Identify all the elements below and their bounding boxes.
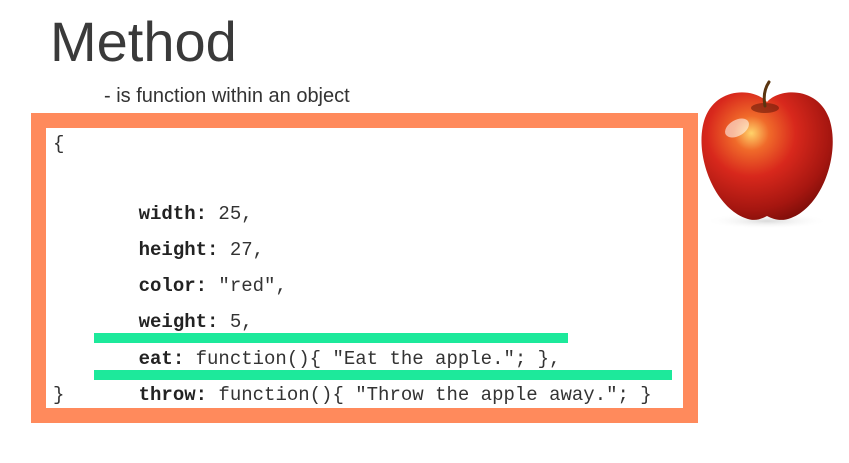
open-brace: { — [53, 133, 65, 155]
slide-title: Method — [50, 10, 237, 73]
code-box: { width: 25, height: 27, color: "red", w… — [31, 113, 698, 423]
code-line-height: height: 27, — [93, 211, 264, 261]
code-line-width: width: 25, — [93, 175, 253, 225]
code-line-color: color: "red", — [93, 247, 287, 297]
code-line-weight: weight: 5, — [93, 283, 253, 333]
slide-subtitle: - is function within an object — [104, 85, 350, 107]
code-line-throw: throw: function(){ "Throw the apple away… — [93, 356, 652, 406]
apple-image — [701, 80, 833, 229]
code-value: function(){ "Throw the apple away."; } — [207, 384, 652, 406]
code-line-eat: eat: function(){ "Eat the apple."; }, — [93, 320, 561, 370]
close-brace: } — [53, 384, 65, 406]
code-key: throw: — [138, 384, 208, 406]
